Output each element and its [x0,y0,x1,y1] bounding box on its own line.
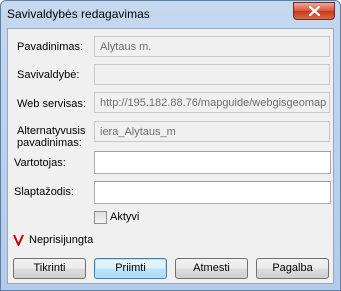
username-label: Vartotojas: [14,157,66,169]
cancel-button[interactable]: Atmesti [175,258,248,279]
dialog-body: Pavadinimas: Alytaus m. Savivaldybė: Web… [7,28,334,284]
test-button[interactable]: Tikrinti [13,258,86,279]
active-checkbox-label: Aktyvi [110,211,140,223]
accept-button[interactable]: Priimti [94,258,167,279]
status-text: Neprisijungta [29,234,94,246]
password-input[interactable] [94,181,331,204]
municipality-field[interactable] [94,64,330,85]
close-icon [309,6,320,16]
title-bar[interactable]: Savivaldybės redagavimas [1,1,340,28]
username-input[interactable] [94,151,331,174]
alt-name-field[interactable]: iera_Alytaus_m [94,121,330,142]
name-label: Pavadinimas: [17,41,84,53]
dialog-window: Savivaldybės redagavimas Pavadinimas: Al… [0,0,341,291]
alt-name-label-line2: pavadinimas: [17,137,82,149]
close-button[interactable] [293,2,335,20]
web-service-field[interactable]: http://195.182.88.76/mapguide/webgisgeom… [94,92,330,113]
window-title: Savivaldybės redagavimas [7,7,150,21]
password-label: Slaptažodis: [14,186,74,198]
web-service-label: Web servisas: [17,98,86,110]
red-v-icon [13,234,24,246]
municipality-label: Savivaldybė: [17,69,80,81]
active-checkbox[interactable] [94,211,107,224]
help-button[interactable]: Pagalba [256,258,329,279]
name-field[interactable]: Alytaus m. [94,36,330,57]
